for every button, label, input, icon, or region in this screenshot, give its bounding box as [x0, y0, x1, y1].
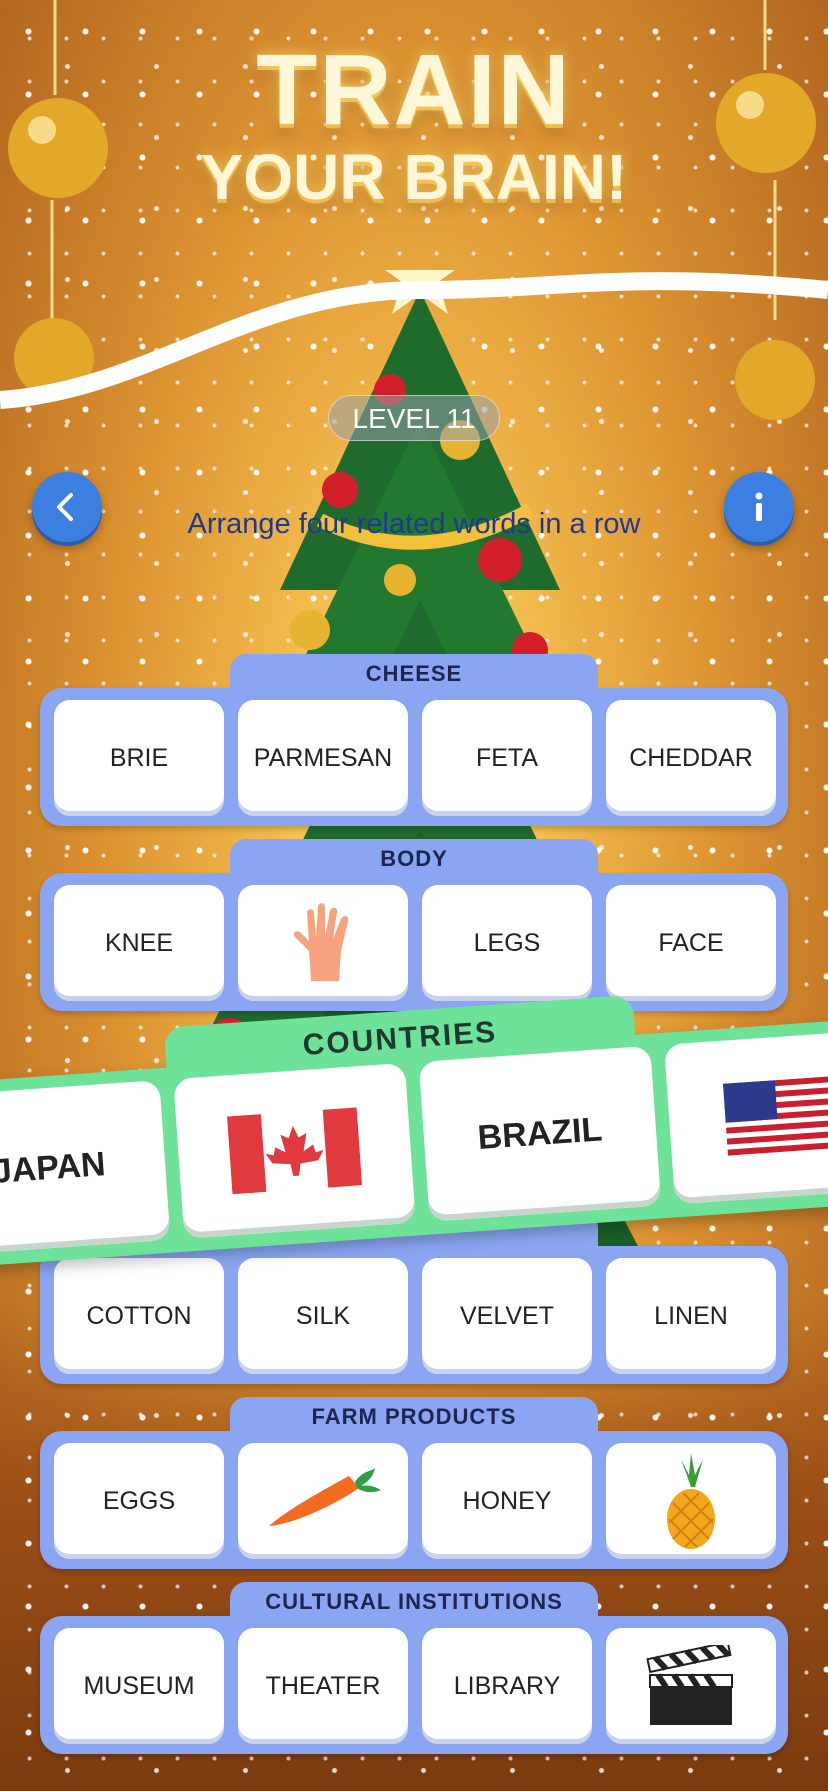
level-badge: LEVEL 11	[328, 395, 500, 441]
word-tile[interactable]: HONEY	[422, 1443, 592, 1559]
group-fabrics: COTTON SILK VELVET LINEN	[40, 1212, 788, 1384]
image-tile[interactable]	[238, 1443, 408, 1559]
group-category-label: BODY	[230, 839, 598, 879]
group-body: BODY KNEE LEGS FACE	[40, 839, 788, 1011]
image-tile[interactable]	[173, 1062, 416, 1239]
word-tile[interactable]: COTTON	[54, 1258, 224, 1374]
word-tile[interactable]: BRAZIL	[418, 1045, 662, 1222]
word-tile[interactable]: KNEE	[54, 885, 224, 1001]
usa-flag-icon	[722, 1075, 828, 1158]
chevron-left-icon	[57, 493, 73, 521]
word-tile[interactable]: CHEDDAR	[606, 700, 776, 816]
canada-flag-icon	[226, 1107, 363, 1195]
word-tile[interactable]: PARMESAN	[238, 700, 408, 816]
group-farm-products: FARM PRODUCTS EGGS HONEY	[40, 1397, 788, 1569]
word-tile[interactable]: VELVET	[422, 1258, 592, 1374]
title-line-2: YOUR BRAIN!	[200, 141, 628, 213]
word-tile[interactable]: THEATER	[238, 1628, 408, 1744]
pineapple-icon	[667, 1453, 715, 1549]
word-tile[interactable]: LIBRARY	[422, 1628, 592, 1744]
word-tile[interactable]: EGGS	[54, 1443, 224, 1559]
image-tile[interactable]	[606, 1628, 776, 1744]
image-tile[interactable]	[606, 1443, 776, 1559]
info-icon	[755, 492, 763, 521]
group-cultural-institutions: CULTURAL INSTITUTIONS MUSEUM THEATER LIB…	[40, 1582, 788, 1754]
word-tile[interactable]: MUSEUM	[54, 1628, 224, 1744]
word-tile[interactable]: JAPAN	[0, 1080, 171, 1256]
clapperboard-icon	[646, 1645, 733, 1725]
word-tile[interactable]: FACE	[606, 885, 776, 1001]
group-cheese: CHEESE BRIE PARMESAN FETA CHEDDAR	[40, 654, 788, 826]
word-tile[interactable]: FETA	[422, 700, 592, 816]
title-line-1: TRAIN	[256, 34, 572, 146]
word-tile[interactable]: LINEN	[606, 1258, 776, 1374]
group-category-label: CULTURAL INSTITUTIONS	[230, 1582, 598, 1622]
hand-icon	[293, 903, 349, 981]
word-tile[interactable]: BRIE	[54, 700, 224, 816]
word-tile[interactable]: SILK	[238, 1258, 408, 1374]
info-button[interactable]	[724, 472, 794, 542]
carrot-icon	[269, 1468, 381, 1526]
group-category-label: FARM PRODUCTS	[230, 1397, 598, 1437]
instructions-text: Arrange four related words in a row	[187, 508, 641, 540]
image-tile[interactable]	[664, 1028, 828, 1205]
game-title: TRAIN YOUR BRAIN!	[0, 40, 828, 214]
back-button[interactable]	[32, 472, 102, 542]
image-tile[interactable]	[238, 885, 408, 1001]
group-category-label: CHEESE	[230, 654, 598, 694]
word-tile[interactable]: LEGS	[422, 885, 592, 1001]
